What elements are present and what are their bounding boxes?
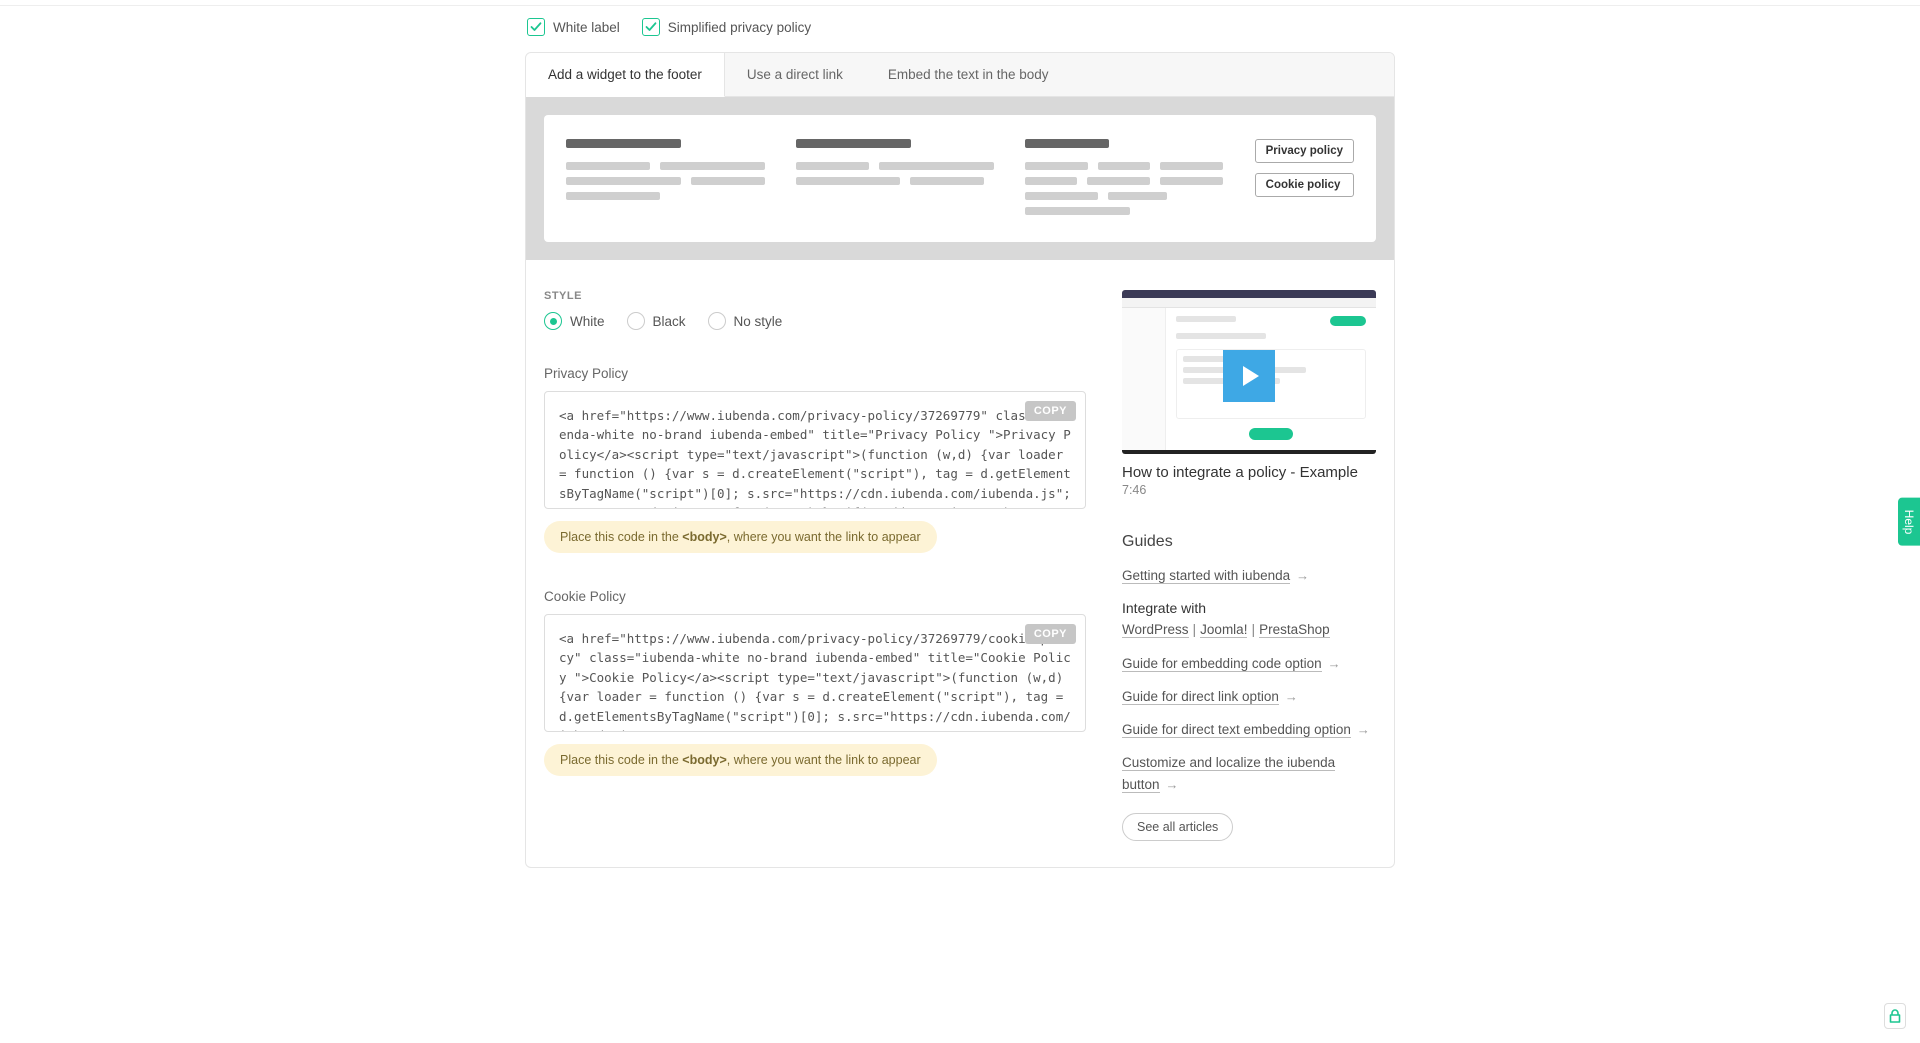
cookie-code-wrap: <a href="https://www.iubenda.com/privacy… (544, 614, 1086, 732)
preview-column (566, 139, 776, 222)
copy-button-privacy[interactable]: COPY (1025, 401, 1076, 421)
help-tab[interactable]: Help (1898, 497, 1920, 546)
arrow-icon: → (1285, 689, 1298, 704)
arrow-icon: → (1166, 777, 1179, 792)
play-icon[interactable] (1223, 350, 1275, 402)
video-thumbnail[interactable] (1122, 290, 1376, 454)
guides-heading: Guides (1122, 533, 1376, 551)
hint-text: , where you want the link to appear (727, 530, 921, 544)
tab-direct-link[interactable]: Use a direct link (725, 53, 866, 96)
cookie-code-box[interactable]: <a href="https://www.iubenda.com/privacy… (544, 614, 1086, 732)
preview-buttons-column: Privacy policy Cookie policy (1255, 139, 1354, 222)
radio-black[interactable]: Black (627, 312, 686, 330)
arrow-icon: → (1357, 722, 1370, 737)
check-icon (642, 18, 660, 36)
cookie-policy-heading: Cookie Policy (544, 589, 1086, 604)
radio-white[interactable]: White (544, 312, 605, 330)
arrow-icon: → (1328, 656, 1341, 671)
privacy-code-wrap: <a href="https://www.iubenda.com/privacy… (544, 391, 1086, 509)
radio-nostyle-label: No style (734, 314, 783, 329)
radio-black-label: Black (653, 314, 686, 329)
lock-icon[interactable] (1884, 1003, 1906, 1029)
style-radio-group: White Black No style (544, 312, 1086, 330)
guide-wordpress[interactable]: WordPress (1122, 622, 1189, 638)
tab-embed-body[interactable]: Embed the text in the body (866, 53, 1072, 96)
preview-cookie-button: Cookie policy (1255, 173, 1354, 197)
guide-direct-link[interactable]: Guide for direct link option (1122, 689, 1279, 705)
footer-preview: Privacy policy Cookie policy (526, 97, 1394, 260)
hint-text: Place this code in the (560, 753, 682, 767)
guide-embed-code[interactable]: Guide for embedding code option (1122, 656, 1322, 672)
checkbox-simplified-text: Simplified privacy policy (668, 20, 811, 35)
checkbox-white-label[interactable]: White label (527, 18, 620, 36)
preview-column (1025, 139, 1235, 222)
hint-text: Place this code in the (560, 530, 682, 544)
checkbox-white-label-text: White label (553, 20, 620, 35)
radio-icon (708, 312, 726, 330)
copy-button-cookie[interactable]: COPY (1025, 624, 1076, 644)
see-all-articles-button[interactable]: See all articles (1122, 813, 1233, 841)
hint-bold: <body> (682, 530, 726, 544)
radio-icon (627, 312, 645, 330)
guide-customize-button[interactable]: Customize and localize the iubenda butto… (1122, 755, 1335, 792)
preview-privacy-button: Privacy policy (1255, 139, 1354, 163)
guide-direct-text[interactable]: Guide for direct text embedding option (1122, 722, 1351, 738)
video-duration: 7:46 (1122, 483, 1376, 497)
guide-joomla[interactable]: Joomla! (1200, 622, 1247, 638)
preview-column (796, 139, 1006, 222)
video-title: How to integrate a policy - Example (1122, 464, 1376, 481)
privacy-code-box[interactable]: <a href="https://www.iubenda.com/privacy… (544, 391, 1086, 509)
radio-no-style[interactable]: No style (708, 312, 783, 330)
main-card: Add a widget to the footer Use a direct … (525, 52, 1395, 868)
checkbox-simplified-privacy[interactable]: Simplified privacy policy (642, 18, 811, 36)
guide-integrate-prefix: Integrate with (1122, 600, 1206, 616)
footer-preview-box: Privacy policy Cookie policy (544, 115, 1376, 242)
check-icon (527, 18, 545, 36)
tabs: Add a widget to the footer Use a direct … (526, 53, 1394, 97)
guide-integrate-row: Integrate with WordPress|Joomla!|PrestaS… (1122, 598, 1376, 640)
hint-text: , where you want the link to appear (727, 753, 921, 767)
style-heading: STYLE (544, 290, 1086, 302)
radio-white-label: White (570, 314, 605, 329)
hint-bold: <body> (682, 753, 726, 767)
guide-getting-started[interactable]: Getting started with iubenda (1122, 568, 1290, 584)
arrow-icon: → (1296, 568, 1309, 583)
top-options: White label Simplified privacy policy (525, 18, 1395, 36)
cookie-hint: Place this code in the <body>, where you… (544, 744, 937, 776)
radio-icon (544, 312, 562, 330)
guide-prestashop[interactable]: PrestaShop (1259, 622, 1330, 638)
privacy-hint: Place this code in the <body>, where you… (544, 521, 937, 553)
tab-add-widget[interactable]: Add a widget to the footer (526, 53, 725, 97)
privacy-policy-heading: Privacy Policy (544, 366, 1086, 381)
